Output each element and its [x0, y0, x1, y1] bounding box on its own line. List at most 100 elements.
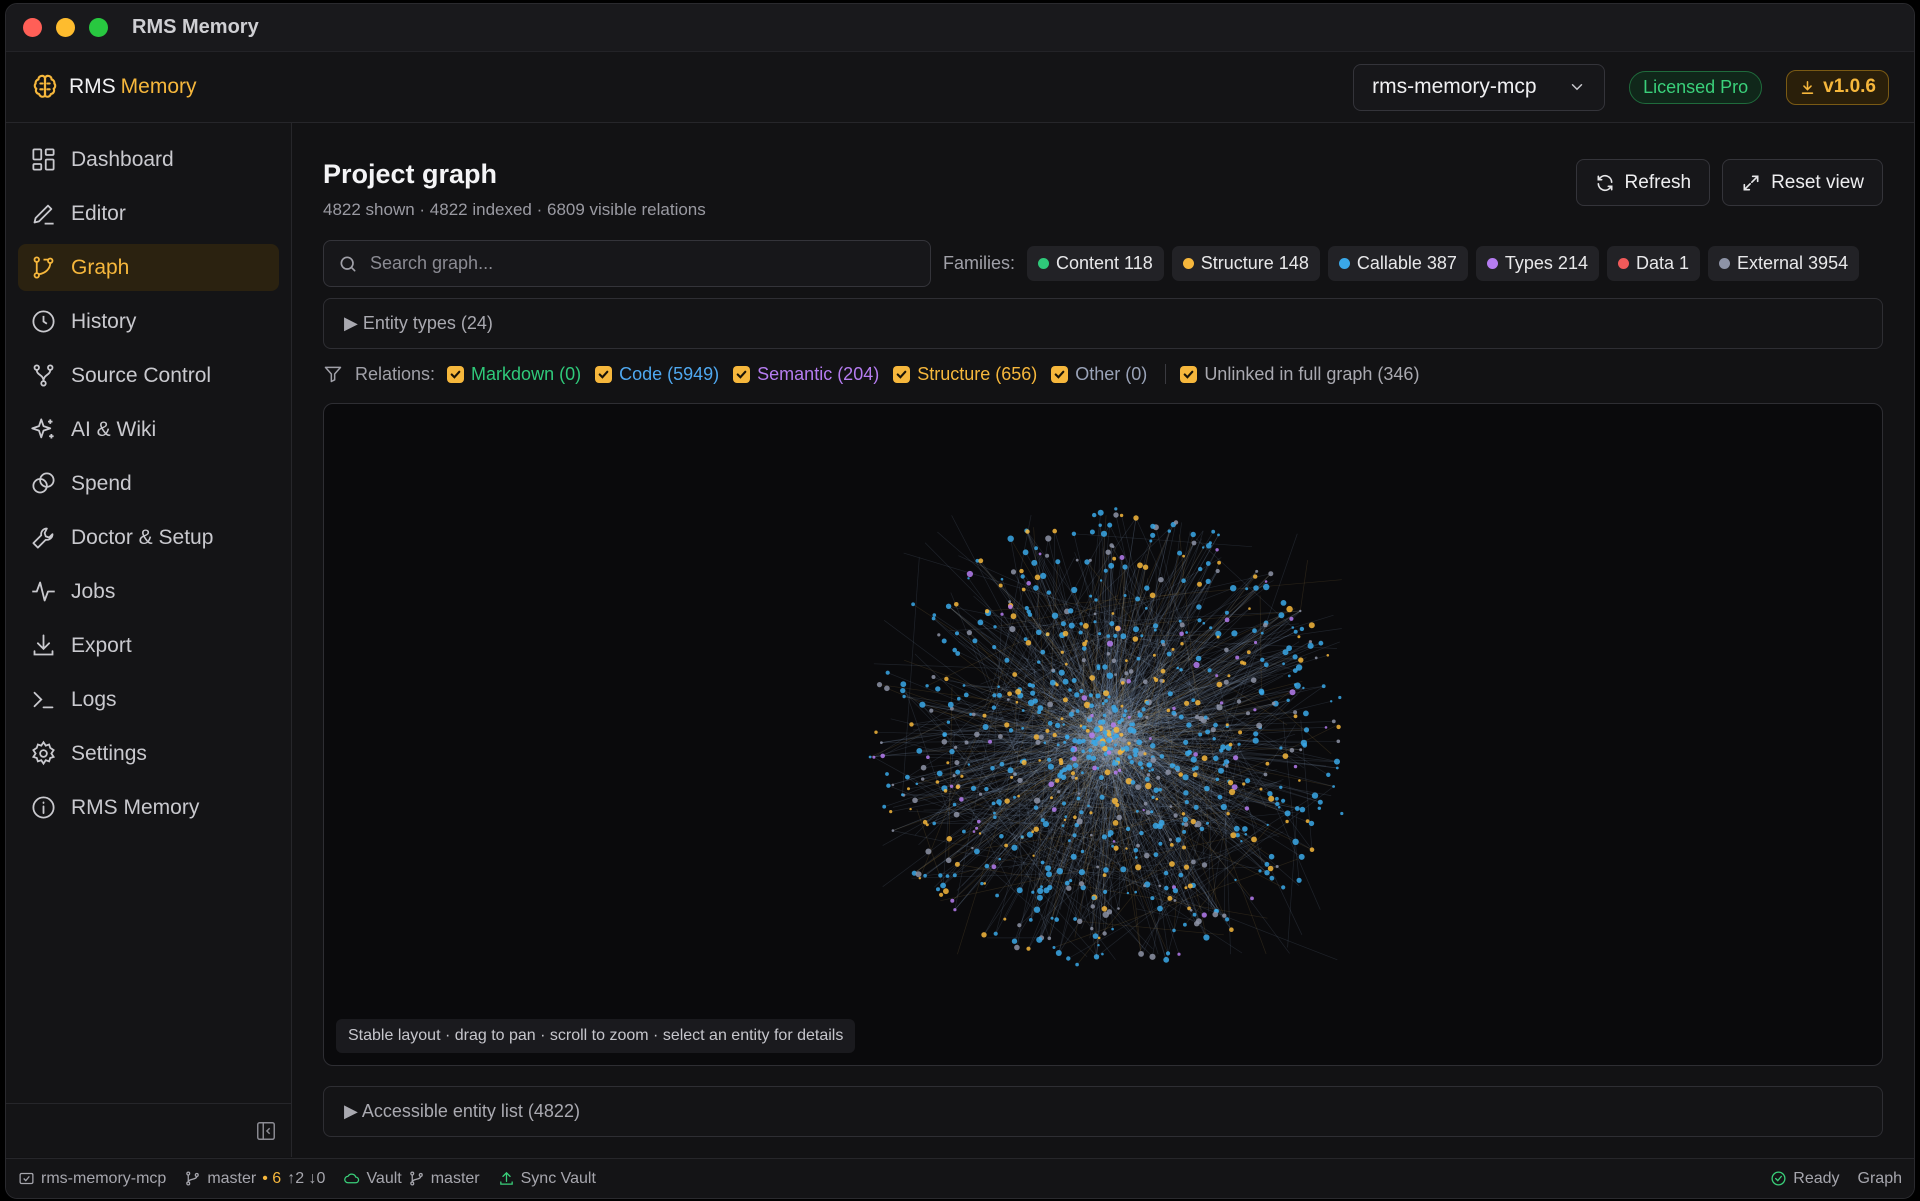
graph-node[interactable] — [889, 810, 893, 814]
graph-node[interactable] — [1088, 748, 1093, 753]
graph-node[interactable] — [1256, 722, 1263, 729]
graph-node[interactable] — [1025, 640, 1032, 646]
graph-node[interactable] — [1225, 764, 1229, 768]
graph-node[interactable] — [975, 826, 979, 830]
graph-node[interactable] — [1223, 679, 1229, 685]
graph-node[interactable] — [1064, 815, 1067, 818]
graph-node[interactable] — [1190, 756, 1197, 763]
graph-node[interactable] — [1085, 639, 1088, 643]
graph-node[interactable] — [1024, 606, 1029, 611]
graph-node[interactable] — [918, 877, 921, 880]
graph-node[interactable] — [1030, 683, 1036, 688]
graph-node[interactable] — [1227, 674, 1231, 678]
graph-node[interactable] — [1127, 755, 1132, 760]
graph-node[interactable] — [1123, 594, 1127, 597]
graph-node[interactable] — [1011, 844, 1018, 851]
graph-node[interactable] — [990, 766, 995, 771]
graph-node[interactable] — [1303, 727, 1310, 733]
graph-node[interactable] — [1104, 769, 1111, 776]
graph-node[interactable] — [1150, 757, 1157, 763]
graph-node[interactable] — [1088, 558, 1092, 562]
graph-node[interactable] — [1103, 867, 1109, 873]
graph-node[interactable] — [1244, 806, 1250, 811]
graph-node[interactable] — [1233, 825, 1240, 832]
graph-node[interactable] — [1151, 795, 1155, 799]
graph-node[interactable] — [1026, 581, 1031, 586]
relation-toggle-markdown[interactable]: Markdown (0) — [447, 364, 581, 385]
graph-node[interactable] — [1092, 765, 1097, 771]
sidebar-item-rms-memory[interactable]: RMS Memory — [18, 784, 279, 831]
graph-node[interactable] — [1259, 787, 1263, 791]
graph-node[interactable] — [1037, 887, 1044, 895]
graph-node[interactable] — [1234, 878, 1237, 882]
graph-node[interactable] — [931, 616, 936, 621]
graph-node[interactable] — [1126, 679, 1131, 684]
graph-node[interactable] — [1235, 655, 1240, 660]
graph-node[interactable] — [1064, 662, 1068, 666]
graph-node[interactable] — [1021, 726, 1024, 730]
graph-node[interactable] — [1106, 672, 1114, 679]
graph-node[interactable] — [962, 829, 966, 834]
graph-node[interactable] — [1299, 626, 1305, 632]
graph-node[interactable] — [1292, 654, 1298, 660]
graph-node[interactable] — [1078, 881, 1085, 887]
graph-node[interactable] — [984, 786, 989, 792]
graph-node[interactable] — [1299, 609, 1302, 613]
graph-node[interactable] — [885, 772, 889, 776]
graph-node[interactable] — [1212, 737, 1216, 741]
graph-node[interactable] — [1266, 823, 1269, 827]
graph-node[interactable] — [1153, 787, 1159, 793]
graph-node[interactable] — [1102, 931, 1107, 936]
graph-node[interactable] — [1163, 870, 1169, 876]
graph-node[interactable] — [1081, 646, 1087, 651]
graph-node[interactable] — [1139, 830, 1144, 836]
graph-node[interactable] — [1089, 732, 1095, 739]
graph-node[interactable] — [1057, 790, 1061, 794]
graph-node[interactable] — [1085, 728, 1090, 733]
graph-node[interactable] — [1114, 743, 1117, 747]
graph-node[interactable] — [1065, 734, 1070, 739]
graph-node[interactable] — [1052, 732, 1057, 738]
graph-node[interactable] — [998, 803, 1002, 806]
graph-node[interactable] — [1145, 782, 1152, 790]
graph-node[interactable] — [1077, 792, 1081, 795]
graph-node[interactable] — [1255, 569, 1259, 573]
graph-node[interactable] — [1169, 843, 1174, 847]
graph-node[interactable] — [1071, 756, 1077, 762]
graph-node[interactable] — [1172, 706, 1176, 711]
graph-node[interactable] — [1114, 625, 1121, 632]
graph-node[interactable] — [1202, 546, 1205, 549]
graph-node[interactable] — [1116, 814, 1122, 821]
sidebar-item-graph[interactable]: Graph — [18, 244, 279, 291]
checkbox-checked[interactable] — [595, 365, 613, 383]
graph-node[interactable] — [1108, 711, 1112, 715]
graph-node[interactable] — [1098, 632, 1102, 636]
graph-node[interactable] — [1309, 847, 1315, 852]
graph-node[interactable] — [1112, 820, 1119, 826]
graph-node[interactable] — [1149, 953, 1156, 960]
graph-node[interactable] — [982, 724, 989, 730]
graph-node[interactable] — [1175, 837, 1181, 843]
graph-node[interactable] — [1160, 668, 1166, 674]
graph-node[interactable] — [1192, 772, 1198, 778]
graph-node[interactable] — [1017, 777, 1023, 784]
graph-node[interactable] — [1311, 792, 1319, 799]
graph-node[interactable] — [1014, 944, 1020, 951]
graph-node[interactable] — [959, 797, 964, 802]
graph-node[interactable] — [1128, 669, 1134, 674]
graph-node[interactable] — [1080, 849, 1085, 854]
graph-node[interactable] — [1166, 651, 1172, 657]
graph-node[interactable] — [1335, 766, 1339, 770]
graph-node[interactable] — [932, 613, 937, 617]
graph-node[interactable] — [1133, 515, 1139, 521]
graph-node[interactable] — [955, 651, 961, 656]
graph-node[interactable] — [1004, 722, 1010, 728]
graph-node[interactable] — [1040, 885, 1043, 889]
graph-node[interactable] — [1135, 596, 1141, 602]
graph-node[interactable] — [1081, 695, 1088, 701]
graph-node[interactable] — [1040, 818, 1045, 823]
graph-node[interactable] — [953, 811, 960, 818]
graph-node[interactable] — [952, 802, 957, 807]
graph-node[interactable] — [1157, 905, 1163, 912]
graph-node[interactable] — [1068, 711, 1074, 717]
